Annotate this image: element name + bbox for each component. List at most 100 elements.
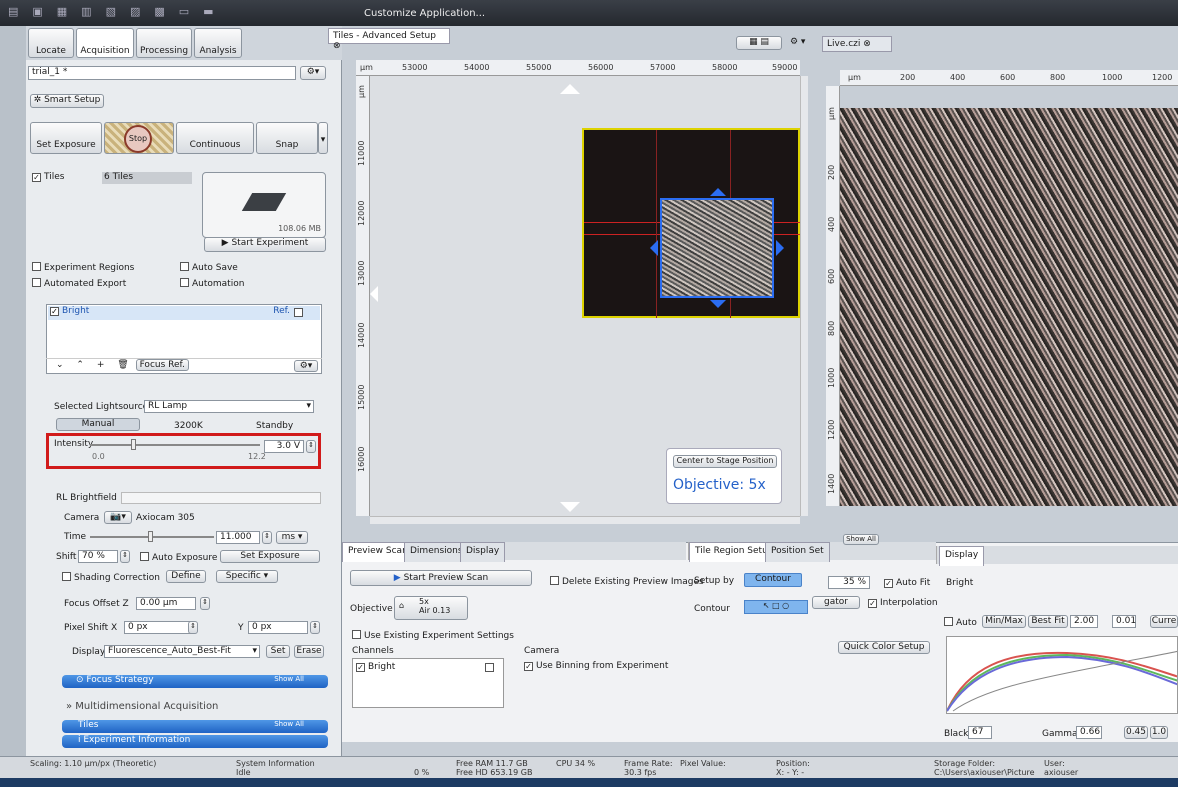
objective-select[interactable]: ⌂ 5x Air 0.13 <box>394 596 468 620</box>
auto-checkbox[interactable]: Auto <box>944 617 977 628</box>
tiles-vertical-scrollbar[interactable] <box>800 76 808 516</box>
tab-analysis[interactable]: Analysis <box>194 28 242 58</box>
center-to-stage-button[interactable]: Center to Stage Position <box>673 455 777 468</box>
delete-existing-checkbox[interactable]: Delete Existing Preview Images <box>550 576 704 587</box>
stage-handle-up-icon[interactable] <box>710 188 726 196</box>
auto-save-checkbox[interactable]: Auto Save <box>180 262 238 273</box>
current-button[interactable]: Curre <box>1150 615 1178 628</box>
nav-left-arrow[interactable] <box>370 286 378 302</box>
stage-handle-right-icon[interactable] <box>776 240 784 256</box>
tab-position-set[interactable]: Position Set <box>765 542 830 562</box>
tab-processing[interactable]: Processing <box>136 28 192 58</box>
snap-dropdown[interactable]: ▾ <box>318 122 328 154</box>
start-experiment-button[interactable]: ▶ Start Experiment <box>204 237 326 252</box>
snap-button[interactable]: Snap <box>256 122 318 154</box>
show-all-toggle[interactable]: Show All <box>274 675 304 683</box>
z-offset-spinner[interactable]: ⇕ <box>200 597 210 610</box>
time-slider[interactable] <box>90 531 214 542</box>
collapse-icon[interactable]: ⌄ <box>56 360 64 370</box>
pixel-shift-x-spinner[interactable]: ⇕ <box>188 621 198 634</box>
shift-value-field[interactable]: 70 % <box>78 550 118 563</box>
pixel-shift-y-field[interactable]: 0 px <box>248 621 308 634</box>
gamma-value-field[interactable]: 0.66 <box>1076 726 1102 739</box>
set-exposure-small-button[interactable]: Set Exposure <box>220 550 320 563</box>
tiles-section[interactable]: Tiles Show All <box>62 720 328 733</box>
stage-handle-left-icon[interactable] <box>650 240 658 256</box>
histogram[interactable] <box>946 636 1178 714</box>
display-erase-button[interactable]: Erase <box>294 645 324 658</box>
gamma-preset-10[interactable]: 1.0 <box>1150 726 1168 739</box>
time-unit-select[interactable]: ms ▾ <box>276 531 308 544</box>
channel-bright-row[interactable]: ✓ Bright Ref. <box>48 306 320 320</box>
black-value-field[interactable]: 67 <box>968 726 992 739</box>
percentage-field[interactable]: 35 % <box>828 576 870 589</box>
nav-up-arrow[interactable] <box>560 84 580 94</box>
tile-region[interactable] <box>582 128 802 318</box>
nav-down-arrow[interactable] <box>560 502 580 512</box>
live-image[interactable] <box>840 108 1178 506</box>
doc-tab-tiles[interactable]: Tiles - Advanced Setup ⊗ <box>328 28 450 51</box>
tab-preview-scan[interactable]: Preview Scan <box>342 542 414 562</box>
doc-tab-live[interactable]: Live.czi ⊗ <box>822 36 892 52</box>
specific-select[interactable]: Specific ▾ <box>216 570 278 583</box>
close-tab-icon[interactable]: ⊗ <box>333 41 341 51</box>
tiles-horizontal-scrollbar[interactable] <box>370 516 800 524</box>
tab-display-right[interactable]: Display <box>939 546 985 566</box>
experiment-information-section[interactable]: i Experiment Information <box>62 735 328 748</box>
display-select[interactable]: Fluorescence_Auto_Best-Fit ▾ <box>104 645 260 658</box>
stop-button[interactable]: Stop <box>104 122 174 154</box>
view-toggle-buttons[interactable]: ▦ ▤ <box>736 36 782 50</box>
tab-acquisition[interactable]: Acquisition <box>76 28 134 58</box>
pixel-shift-x-field[interactable]: 0 px <box>124 621 194 634</box>
delete-icon[interactable]: 🗑 <box>117 360 128 370</box>
smart-setup-button[interactable]: ✲ Smart Setup <box>30 94 104 108</box>
best-fit-field-1[interactable]: 2.00 <box>1070 615 1098 628</box>
shading-correction-checkbox[interactable]: Shading Correction <box>62 572 160 583</box>
intensity-slider[interactable] <box>90 439 260 450</box>
tiles-show-all-toggle[interactable]: Show All <box>274 720 304 728</box>
view-settings-icon[interactable]: ⚙ ▾ <box>790 37 805 47</box>
quick-color-setup-button[interactable]: Quick Color Setup <box>838 641 930 654</box>
auto-fit-checkbox[interactable]: ✓ Auto Fit <box>884 578 930 588</box>
customize-application-link[interactable]: Customize Application... <box>364 8 485 19</box>
continuous-button[interactable]: Continuous <box>176 122 254 154</box>
expand-icon[interactable]: ⌃ <box>76 360 84 370</box>
interpolator-select[interactable]: gator <box>812 596 860 609</box>
standby-button[interactable]: Standby <box>256 421 293 431</box>
tiles-checkbox[interactable]: ✓ Tiles <box>32 172 64 182</box>
experiment-select[interactable]: trial_1 * <box>28 66 296 80</box>
tab-dimensions[interactable]: Dimensions <box>404 542 469 562</box>
interpolation-checkbox[interactable]: ✓ Interpolation <box>868 598 938 608</box>
tab-display[interactable]: Display <box>460 542 506 562</box>
focus-ref-button[interactable]: Focus Ref. <box>135 359 189 371</box>
stage-handle-down-icon[interactable] <box>710 300 726 308</box>
intensity-spinner[interactable]: ⇕ <box>306 440 316 453</box>
automated-export-checkbox[interactable]: Automated Export <box>32 278 126 289</box>
best-fit-button[interactable]: Best Fit <box>1028 615 1068 628</box>
display-set-button[interactable]: Set <box>266 645 290 658</box>
automation-checkbox[interactable]: Automation <box>180 278 244 289</box>
time-value-field[interactable]: 11.000 <box>216 531 260 544</box>
contour-tools[interactable]: ↖ □ ○ <box>744 600 808 614</box>
close-live-tab-icon[interactable]: ⊗ <box>863 39 871 49</box>
pixel-shift-y-spinner[interactable]: ⇕ <box>310 621 320 634</box>
best-fit-field-2[interactable]: 0.01 <box>1112 615 1136 628</box>
add-icon[interactable]: + <box>97 360 105 370</box>
shift-spinner[interactable]: ⇕ <box>120 550 130 563</box>
time-slider-thumb[interactable] <box>148 531 153 542</box>
auto-exposure-checkbox[interactable]: Auto Exposure <box>140 552 217 563</box>
experiment-regions-checkbox[interactable]: Experiment Regions <box>32 262 134 273</box>
lightsource-select[interactable]: RL Lamp ▾ <box>144 400 314 413</box>
channel-options-button[interactable]: ⚙▾ <box>294 360 318 372</box>
define-button[interactable]: Define <box>166 570 206 583</box>
current-stage-image[interactable] <box>660 198 774 298</box>
3200k-button[interactable]: 3200K <box>174 421 203 431</box>
contour-button[interactable]: Contour <box>744 573 802 587</box>
gamma-preset-045[interactable]: 0.45 <box>1124 726 1148 739</box>
manual-button[interactable]: Manual <box>56 418 140 431</box>
system-information-link[interactable]: System Information <box>236 759 315 768</box>
storage-folder-path[interactable]: C:\Users\axiouser\Picture <box>934 768 1034 777</box>
time-spinner[interactable]: ⇕ <box>262 531 272 544</box>
intensity-slider-thumb[interactable] <box>130 439 136 450</box>
tiles-canvas[interactable]: Center to Stage Position Objective: 5x <box>370 76 802 516</box>
